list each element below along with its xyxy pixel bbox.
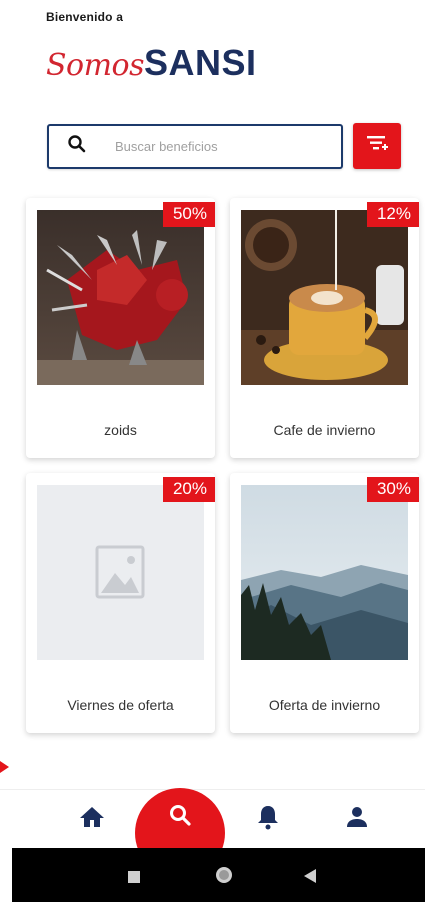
nav-search[interactable] xyxy=(165,802,195,832)
search-row xyxy=(47,123,401,169)
discount-badge: 30% xyxy=(366,477,419,502)
bottom-nav xyxy=(0,788,425,878)
search-input[interactable] xyxy=(115,138,315,154)
back-triangle-icon xyxy=(304,869,316,887)
search-icon xyxy=(67,134,87,159)
filter-button[interactable] xyxy=(353,123,401,169)
nav-profile[interactable] xyxy=(342,804,372,834)
benefit-card-cafe-de-invierno[interactable]: 12% Cafe de invierno xyxy=(230,198,419,458)
home-button[interactable] xyxy=(215,866,233,889)
benefit-image-zoids xyxy=(37,210,204,385)
nav-notifications[interactable] xyxy=(253,804,283,834)
benefit-title: Cafe de invierno xyxy=(273,422,376,438)
header: Bienvenido a Somos SANSI xyxy=(46,10,257,84)
square-icon xyxy=(128,870,140,887)
benefit-image-mountains xyxy=(241,485,408,660)
benefit-title: Oferta de invierno xyxy=(268,697,381,713)
nav-home[interactable] xyxy=(77,804,107,834)
search-icon xyxy=(168,803,192,832)
benefit-image-placeholder xyxy=(37,485,204,660)
bell-icon xyxy=(256,804,280,835)
discount-badge: 50% xyxy=(162,202,215,227)
benefit-image-cafe xyxy=(241,210,408,385)
discount-badge: 12% xyxy=(366,202,419,227)
brand-logo-script: Somos xyxy=(46,48,145,83)
benefit-card-oferta-de-invierno[interactable]: 30% Oferta de invierno xyxy=(230,473,419,733)
discount-badge: 20% xyxy=(162,477,215,502)
search-box[interactable] xyxy=(47,123,343,169)
edge-indicator xyxy=(0,761,9,773)
brand-logo-bold: SANSI xyxy=(144,42,257,83)
benefit-card-zoids[interactable]: 50% zoids xyxy=(26,198,215,458)
recent-apps-button[interactable] xyxy=(128,870,140,888)
filter-add-icon xyxy=(365,132,389,161)
home-icon xyxy=(79,805,105,834)
benefit-title: zoids xyxy=(104,422,137,438)
welcome-text: Bienvenido a xyxy=(46,10,124,24)
benefit-title: Viernes de oferta xyxy=(67,697,174,713)
benefits-grid: 50% zoids 12% Cafe de invierno 20% Viern… xyxy=(26,198,420,733)
user-icon xyxy=(345,805,369,834)
benefit-card-viernes-de-oferta[interactable]: 20% Viernes de oferta xyxy=(26,473,215,733)
system-nav-bar xyxy=(12,848,425,902)
brand-logo: Somos SANSI xyxy=(46,42,257,84)
back-button[interactable] xyxy=(304,869,316,888)
circle-icon xyxy=(215,867,233,888)
